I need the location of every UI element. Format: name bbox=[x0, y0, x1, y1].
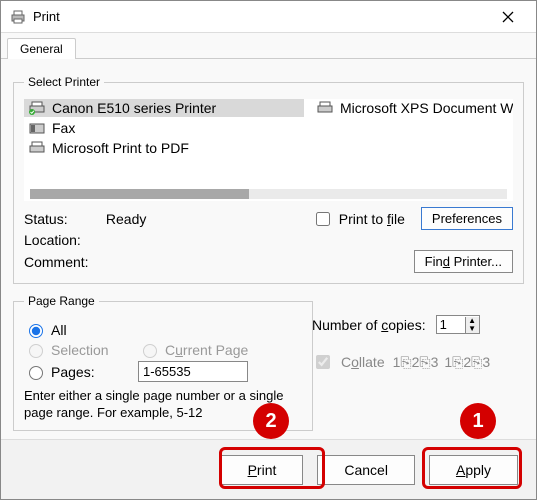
collate-pages-icon: 1⎘2⎘3 1⎘2⎘3 bbox=[393, 355, 491, 369]
tab-general[interactable]: General bbox=[7, 38, 76, 59]
comment-label: Comment: bbox=[24, 254, 102, 270]
collate-checkbox bbox=[316, 355, 330, 369]
radio-current-page: Current Page bbox=[138, 341, 268, 358]
annotation-badge-1: 1 bbox=[460, 403, 496, 439]
printer-list-scrollbar[interactable] bbox=[30, 189, 507, 199]
printer-name: Fax bbox=[52, 120, 75, 136]
annotation-box-print bbox=[219, 447, 325, 489]
close-button[interactable] bbox=[488, 3, 528, 31]
printer-list[interactable]: Canon E510 series Printer Microsoft XPS … bbox=[24, 99, 513, 201]
pages-input[interactable] bbox=[138, 361, 248, 382]
collate-label: Collate bbox=[341, 354, 385, 370]
radio-all[interactable]: All bbox=[24, 321, 132, 338]
printer-name: Canon E510 series Printer bbox=[52, 100, 216, 116]
window-title: Print bbox=[33, 9, 488, 24]
select-printer-group: Select Printer Canon E510 series Printer… bbox=[13, 75, 524, 284]
printer-name: Microsoft Print to PDF bbox=[52, 140, 189, 156]
spin-down-icon[interactable]: ▼ bbox=[466, 325, 479, 333]
annotation-badge-2: 2 bbox=[253, 403, 289, 439]
copies-input[interactable] bbox=[437, 316, 465, 333]
cancel-button[interactable]: Cancel bbox=[317, 455, 415, 485]
printer-icon bbox=[28, 141, 46, 155]
printer-icon bbox=[316, 101, 334, 115]
printer-item[interactable]: Microsoft XPS Document W bbox=[312, 99, 513, 117]
status-value: Ready bbox=[106, 211, 146, 227]
page-range-legend: Page Range bbox=[24, 294, 99, 308]
printer-icon bbox=[9, 8, 27, 26]
copies-spinner[interactable]: ▲ ▼ bbox=[436, 315, 480, 334]
fax-icon bbox=[28, 121, 46, 135]
printer-name: Microsoft XPS Document W bbox=[340, 100, 513, 116]
find-printer-button[interactable]: Find Printer... bbox=[414, 250, 513, 273]
print-to-file-checkbox[interactable]: Print to file bbox=[312, 209, 405, 229]
copies-label: Number of copies: bbox=[312, 317, 426, 333]
location-label: Location: bbox=[24, 232, 102, 248]
radio-selection: Selection bbox=[24, 341, 132, 358]
printer-item[interactable]: Fax bbox=[24, 119, 304, 137]
printer-icon bbox=[28, 101, 46, 115]
status-label: Status: bbox=[24, 211, 102, 227]
print-to-file-input[interactable] bbox=[316, 212, 330, 226]
preferences-button[interactable]: Preferences bbox=[421, 207, 513, 230]
printer-item[interactable]: Canon E510 series Printer bbox=[24, 99, 304, 117]
radio-pages[interactable]: Pages: bbox=[24, 363, 132, 380]
select-printer-legend: Select Printer bbox=[24, 75, 104, 89]
annotation-box-apply bbox=[422, 447, 522, 489]
close-icon bbox=[502, 11, 514, 23]
printer-item[interactable]: Microsoft Print to PDF bbox=[24, 139, 304, 157]
